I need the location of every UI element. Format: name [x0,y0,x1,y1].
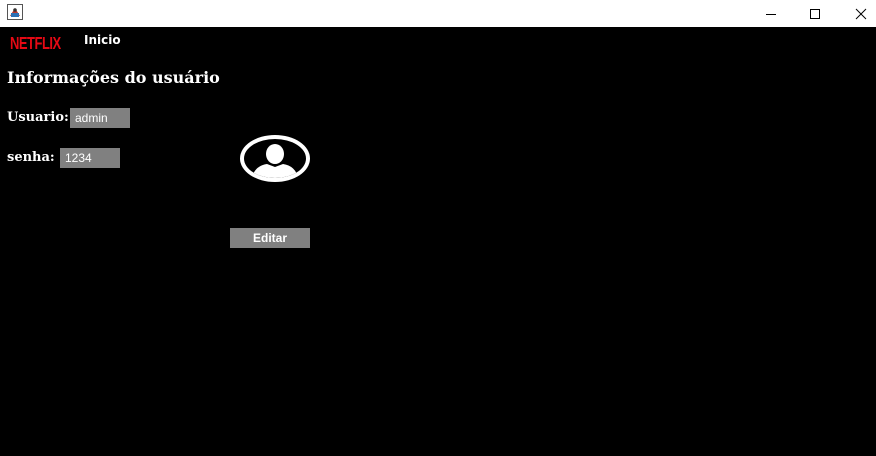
minimize-icon [766,13,776,15]
maximize-icon [810,8,820,19]
netflix-logo: NETFLIX [10,33,61,54]
nav-inicio-link[interactable]: Inicio [84,33,121,47]
user-label: Usuario: [7,110,69,125]
password-field[interactable] [60,148,120,168]
edit-button[interactable]: Editar [230,228,310,248]
page-title: Informações do usuário [7,68,220,87]
maximize-button[interactable] [792,0,838,27]
user-avatar-icon [239,134,311,183]
window-title-bar [0,0,876,27]
close-button[interactable] [838,0,876,27]
minimize-button[interactable] [748,0,794,27]
java-app-icon [7,4,23,20]
password-label: senha: [7,150,55,165]
user-field[interactable] [70,108,130,128]
close-icon [855,8,867,19]
